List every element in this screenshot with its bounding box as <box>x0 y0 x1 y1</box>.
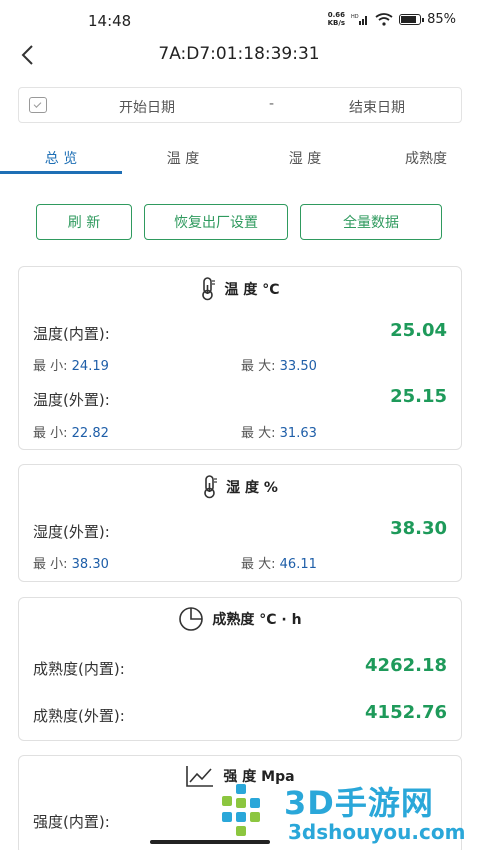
temp-external-label: 温度(外置): <box>33 391 110 409</box>
status-time: 14:48 <box>88 12 132 30</box>
humidity-card-header: 湿 度 % <box>19 475 461 499</box>
top-bar: 7A:D7:01:18:39:31 <box>0 36 478 76</box>
humidity-card-title: 湿 度 % <box>226 480 278 496</box>
refresh-button[interactable]: 刷 新 <box>36 204 132 240</box>
pie-chart-icon <box>179 607 204 631</box>
maturity-card: 成熟度 °C · h 成熟度(内置): 4262.18 成熟度(外置): 415… <box>18 597 462 741</box>
factory-reset-button[interactable]: 恢复出厂设置 <box>144 204 288 240</box>
watermark-title: 3D手游网 <box>284 784 434 822</box>
home-indicator[interactable] <box>150 840 270 844</box>
all-data-button[interactable]: 全量数据 <box>300 204 442 240</box>
tab-temperature[interactable]: 温 度 <box>162 148 204 168</box>
humidity-max: 最 大: 46.11 <box>241 557 317 572</box>
watermark-url: 3dshouyou.com <box>288 820 466 844</box>
calendar-icon <box>29 97 47 113</box>
humidity-card: 湿 度 % 湿度(外置): 38.30 最 小: 38.30 最 大: 46.1… <box>18 464 462 582</box>
maturity-external-value: 4152.76 <box>365 702 447 723</box>
date-separator: - <box>269 96 275 112</box>
temperature-card-header: 温 度 °C <box>19 277 461 301</box>
svg-text:HD: HD <box>351 14 359 20</box>
humidity-min: 最 小: 38.30 <box>33 557 109 572</box>
signal-icon: HD <box>351 14 368 25</box>
line-chart-icon <box>186 766 214 787</box>
wifi-icon <box>375 12 393 26</box>
net-speed: 0.66 KB/s <box>327 11 346 27</box>
active-tab-indicator <box>0 171 122 174</box>
tab-bar: 总 览 温 度 湿 度 成熟度 <box>0 140 478 174</box>
temp-external-min: 最 小: 22.82 <box>33 426 109 441</box>
status-bar: 14:48 0.66 KB/s HD 85% <box>0 0 478 40</box>
humidity-external-label: 湿度(外置): <box>33 523 110 541</box>
maturity-card-title: 成熟度 °C · h <box>212 612 302 628</box>
temp-external-max: 最 大: 31.63 <box>241 426 317 441</box>
tab-maturity[interactable]: 成熟度 <box>398 148 454 168</box>
tab-overview[interactable]: 总 览 <box>40 148 82 168</box>
temp-internal-max: 最 大: 33.50 <box>241 359 317 374</box>
date-range-picker[interactable]: 开始日期 - 结束日期 <box>18 87 462 123</box>
watermark: 3D手游网 3dshouyou.com <box>218 772 478 850</box>
maturity-internal-label: 成熟度(内置): <box>33 660 125 678</box>
watermark-logo-icon <box>222 784 260 836</box>
temperature-card-title: 温 度 °C <box>224 282 280 298</box>
start-date-field[interactable]: 开始日期 <box>119 97 175 117</box>
strength-internal-label: 强度(内置): <box>33 813 110 831</box>
temp-internal-min: 最 小: 24.19 <box>33 359 109 374</box>
temp-internal-value: 25.04 <box>390 320 447 341</box>
thermometer-icon <box>204 475 218 499</box>
battery-icon <box>399 13 425 25</box>
tab-humidity[interactable]: 湿 度 <box>284 148 326 168</box>
humidity-external-value: 38.30 <box>390 518 447 539</box>
temp-internal-label: 温度(内置): <box>33 325 110 343</box>
maturity-internal-value: 4262.18 <box>365 655 447 676</box>
thermometer-icon <box>202 277 216 301</box>
status-icons: 0.66 KB/s HD 85% <box>328 11 456 27</box>
maturity-external-label: 成熟度(外置): <box>33 707 125 725</box>
end-date-field[interactable]: 结束日期 <box>349 97 405 117</box>
temp-external-value: 25.15 <box>390 386 447 407</box>
battery-percent: 85% <box>427 11 456 27</box>
page-title: 7A:D7:01:18:39:31 <box>158 44 320 64</box>
temperature-card: 温 度 °C 温度(内置): 25.04 最 小: 24.19 最 大: 33.… <box>18 266 462 450</box>
maturity-card-header: 成熟度 °C · h <box>19 606 461 632</box>
battery-fill <box>401 15 416 23</box>
